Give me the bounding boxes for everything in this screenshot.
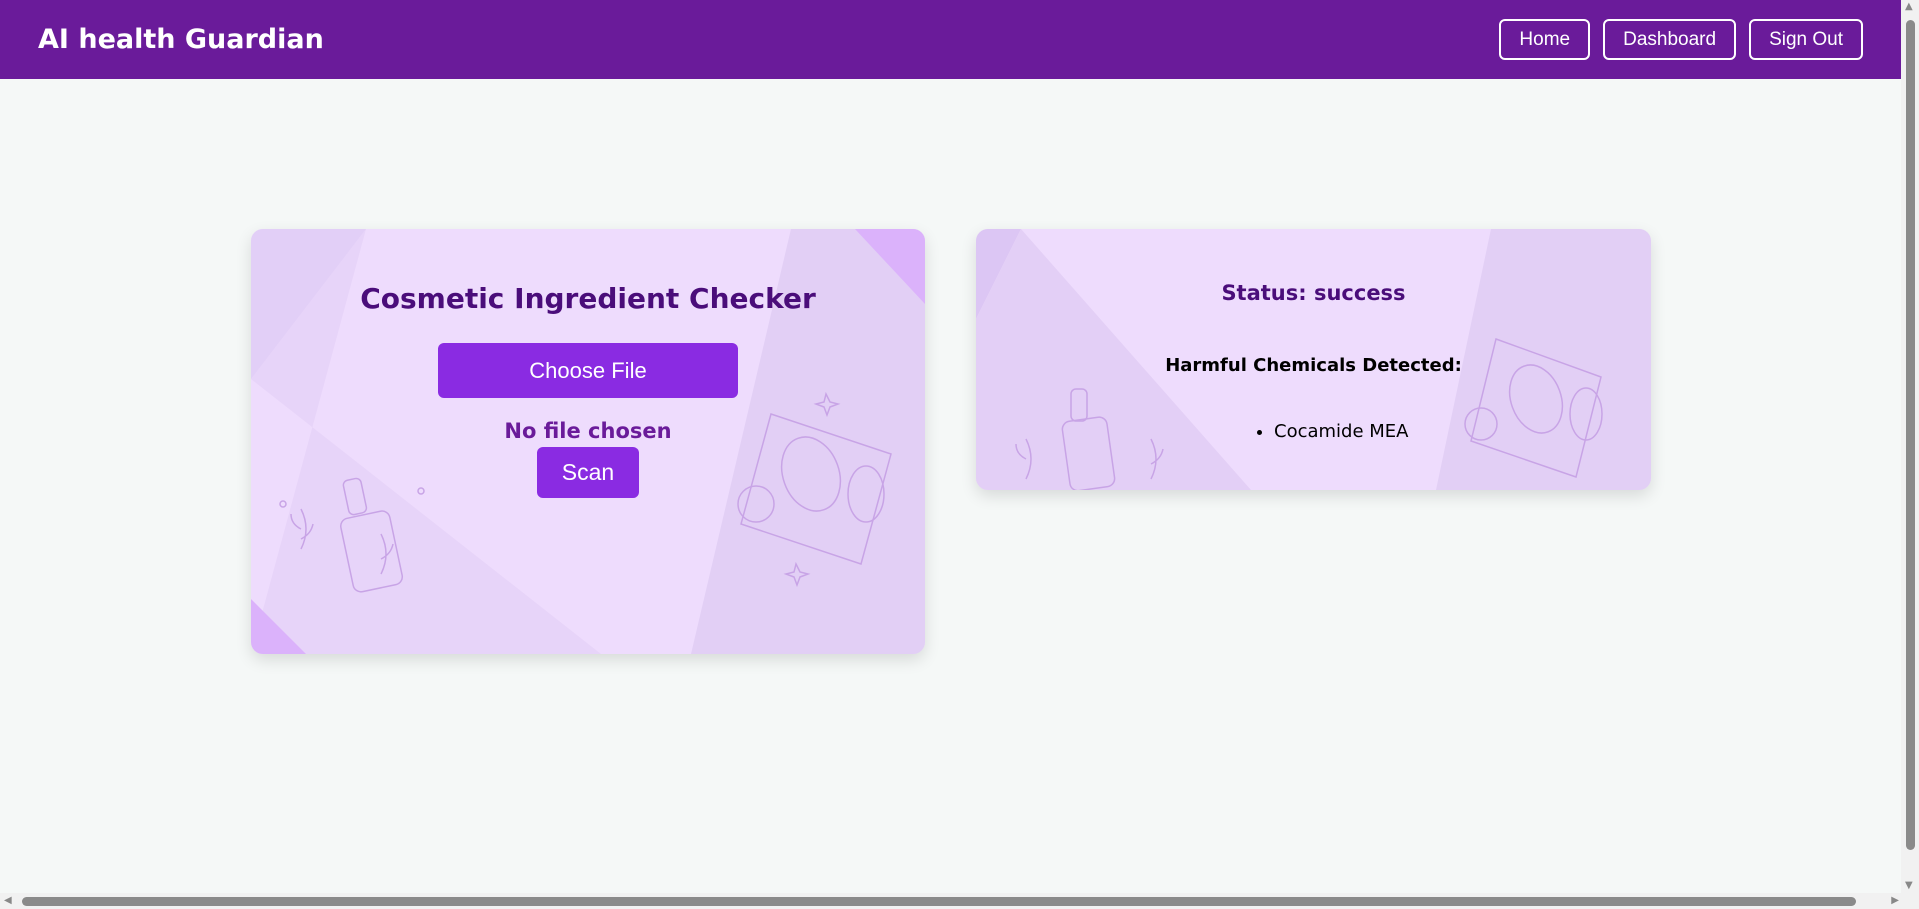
sign-out-button[interactable]: Sign Out bbox=[1749, 19, 1863, 60]
scroll-down-icon[interactable]: ▼ bbox=[1905, 881, 1913, 891]
scroll-left-icon[interactable]: ◀ bbox=[4, 896, 12, 906]
chemicals-list: Cocamide MEA bbox=[1274, 421, 1408, 442]
horizontal-scroll-thumb[interactable] bbox=[22, 897, 1856, 906]
home-button[interactable]: Home bbox=[1499, 19, 1591, 60]
scan-button[interactable]: Scan bbox=[537, 447, 639, 498]
choose-file-button[interactable]: Choose File bbox=[438, 343, 738, 398]
horizontal-scrollbar[interactable]: ◀ ▶ bbox=[0, 893, 1919, 909]
scan-result-card: Status: success Harmful Chemicals Detect… bbox=[976, 229, 1651, 490]
chemical-item: Cocamide MEA bbox=[1274, 421, 1408, 442]
status-text: Status: success bbox=[1221, 281, 1406, 305]
checker-title: Cosmetic Ingredient Checker bbox=[360, 282, 816, 315]
app-title: AI health Guardian bbox=[38, 24, 324, 55]
ingredient-checker-card: Cosmetic Ingredient Checker Choose File … bbox=[251, 229, 925, 654]
harmful-chemicals-heading: Harmful Chemicals Detected: bbox=[1165, 355, 1462, 376]
vertical-scrollbar[interactable]: ▲ ▼ bbox=[1901, 0, 1919, 893]
scroll-right-icon[interactable]: ▶ bbox=[1891, 896, 1899, 906]
nav-links: Home Dashboard Sign Out bbox=[1499, 19, 1863, 60]
dashboard-button[interactable]: Dashboard bbox=[1603, 19, 1737, 60]
file-status-label: No file chosen bbox=[504, 419, 672, 443]
top-navbar: AI health Guardian Home Dashboard Sign O… bbox=[0, 0, 1901, 79]
scroll-up-icon[interactable]: ▲ bbox=[1905, 2, 1913, 12]
vertical-scroll-thumb[interactable] bbox=[1906, 20, 1915, 850]
